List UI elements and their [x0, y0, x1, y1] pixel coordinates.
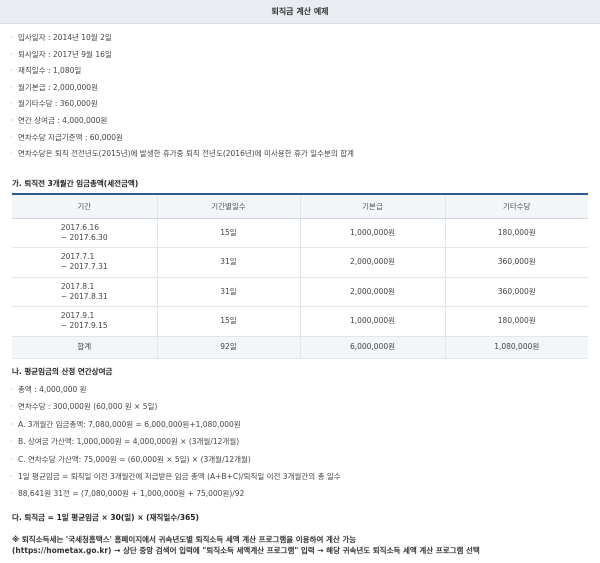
table-row: 2017.8.1 ~ 2017.8.31 31일 2,000,000원 360,0… — [12, 277, 588, 307]
other-allowance-cell: 360,000원 — [444, 247, 588, 278]
base-pay-cell: 1,000,000원 — [299, 218, 445, 248]
total-other-allowance-cell: 1,080,000원 — [444, 336, 588, 359]
days-cell: 15일 — [156, 306, 300, 337]
avg-item: · B. 상여금 가산액: 1,000,000원 = 4,000,000원 × (… — [10, 437, 240, 447]
tax-note-line: ※ 퇴직소득세는 '국세청홈택스' 홈페이지에서 귀속년도별 퇴직소득 세액 계… — [12, 535, 357, 544]
avg-item: · 88,641원 31전 = (7,080,000원 + 1,000,000원 … — [10, 489, 245, 499]
table-row: 2017.9.1 ~ 2017.9.15 15일 1,000,000원 180,0… — [12, 306, 588, 337]
info-item: · 입사일자 : 2014년 10월 2일 — [10, 33, 112, 42]
column-header-base-pay: 기본급 — [299, 194, 445, 219]
avg-item: · C. 연차수당 가산액: 75,000원 = (60,000원 × 5일) ×… — [10, 454, 251, 464]
info-item: · 퇴사일자 : 2017년 9월 16일 — [10, 49, 112, 59]
days-cell: 31일 — [156, 247, 300, 278]
days-cell: 31일 — [156, 277, 300, 307]
table-total-row: 합계 92일 6,000,000원 1,080,000원 — [12, 336, 588, 359]
info-item: · 연간 상여금 : 4,000,000원 — [10, 115, 108, 125]
base-pay-cell: 1,000,000원 — [299, 306, 445, 337]
section-c-title: 다. 퇴직금 = 1일 평균임금 × 30(일) × (재직일수/365) — [12, 513, 199, 522]
avg-item: · 총액 : 4,000,000 원 — [10, 385, 87, 394]
table-header-row: 기간 기간별일수 기본급 기타수당 — [12, 194, 588, 219]
section-a-title: 가. 퇴직전 3개월간 임금총액(세전금액) — [12, 179, 139, 188]
other-allowance-cell: 180,000원 — [444, 306, 588, 337]
table-row: 2017.7.1 ~ 2017.7.31 31일 2,000,000원 360,0… — [12, 247, 588, 278]
avg-item: · 1일 평균임금 = 퇴직일 이전 3개월간에 지급받은 임금 총액 (A+B+… — [10, 471, 341, 481]
table-row: 2017.6.16 ~ 2017.6.30 15일 1,000,000원 180,… — [12, 218, 588, 248]
total-label-cell: 합계 — [12, 336, 157, 359]
section-b-title: 나. 평균임금의 산정 연간상여금 — [12, 367, 113, 376]
column-header-period: 기간 — [12, 194, 157, 219]
avg-item: · 연차수당 : 300,000원 (60,000 원 × 5일) — [10, 402, 158, 412]
info-item: · 연차수당 지급기준액 : 60,000원 — [10, 132, 123, 142]
employment-info-list: · 입사일자 : 2014년 10월 2일 · 퇴사일자 : 2017년 9월 16… — [10, 30, 590, 163]
period-cell: 2017.7.1 ~ 2017.7.31 — [12, 247, 157, 278]
base-pay-cell: 2,000,000원 — [299, 277, 445, 307]
total-base-pay-cell: 6,000,000원 — [299, 336, 445, 359]
wage-table: 기간 기간별일수 기본급 기타수당 2017.6.16 ~ 2017.6.30 1… — [12, 193, 588, 359]
period-cell: 2017.8.1 ~ 2017.8.31 — [12, 277, 157, 307]
info-item: · 재직일수 : 1,080일 — [10, 66, 82, 76]
column-header-days: 기간별일수 — [156, 194, 300, 219]
avg-item: · A. 3개월간 임금총액: 7,080,000원 = 6,000,000원+1… — [10, 419, 241, 429]
info-item: · 월기타수당 : 360,000원 — [10, 99, 98, 109]
other-allowance-cell: 180,000원 — [444, 218, 588, 248]
info-item: · 연차수당은 퇴직 전전년도(2015년)에 발생한 휴가중 퇴직 전년도(20… — [10, 149, 354, 159]
base-pay-cell: 2,000,000원 — [299, 247, 445, 278]
period-cell: 2017.6.16 ~ 2017.6.30 — [12, 218, 157, 248]
tax-note-line: (https://hometax.go.kr) → 상단 중앙 검색어 입력에 … — [12, 546, 480, 555]
total-days-cell: 92일 — [156, 336, 300, 359]
average-wage-list: · 총액 : 4,000,000 원 · 연차수당 : 300,000원 (60,0… — [10, 381, 590, 503]
page-title: 퇴직금 계산 예제 — [0, 0, 600, 24]
info-item: · 월기본급 : 2,000,000원 — [10, 82, 98, 92]
period-cell: 2017.9.1 ~ 2017.9.15 — [12, 306, 157, 337]
other-allowance-cell: 360,000원 — [444, 277, 588, 307]
column-header-other-allowance: 기타수당 — [444, 194, 588, 219]
days-cell: 15일 — [156, 218, 300, 248]
tax-note: ※ 퇴직소득세는 '국세청홈택스' 홈페이지에서 귀속년도별 퇴직소득 세액 계… — [12, 534, 592, 556]
